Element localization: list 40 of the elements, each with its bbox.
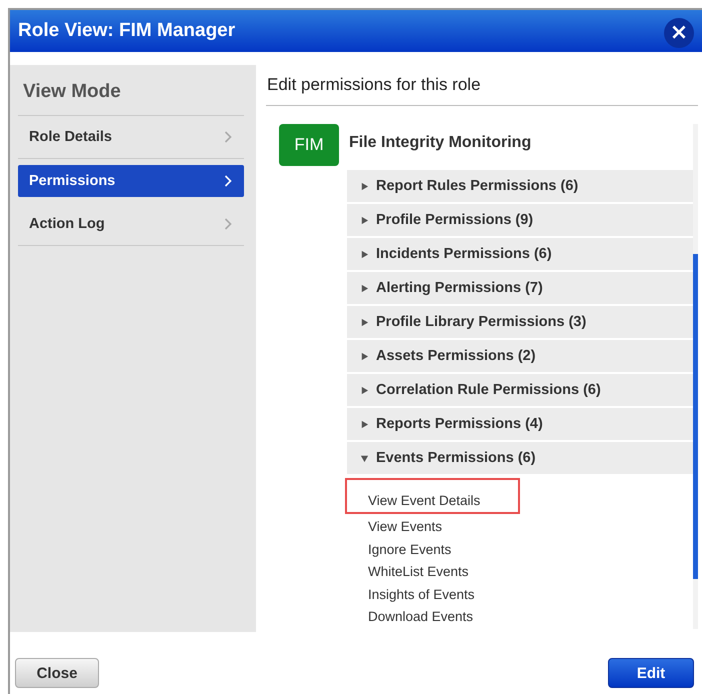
- permission-group[interactable]: Assets Permissions (2): [347, 340, 693, 372]
- sidebar-title: View Mode: [18, 65, 244, 116]
- close-button[interactable]: ×: [664, 18, 694, 48]
- permission-group[interactable]: Alerting Permissions (7): [347, 272, 693, 304]
- chevron-icon: [224, 175, 232, 187]
- permission-group[interactable]: Profile Library Permissions (3): [347, 306, 693, 338]
- section-heading: Edit permissions for this role: [266, 65, 698, 106]
- module-badge: FIM: [279, 124, 339, 166]
- triangle-right-icon: [360, 284, 369, 292]
- triangle-right-icon: [360, 386, 369, 394]
- triangle-right-icon: [360, 182, 369, 190]
- scrollbar-thumb[interactable]: [693, 254, 698, 579]
- scrollbar[interactable]: [693, 124, 698, 629]
- triangle-right-icon: [360, 318, 369, 326]
- permission-item: View Events: [367, 518, 442, 536]
- module-title: File Integrity Monitoring: [349, 134, 532, 152]
- triangle-right-icon: [360, 250, 369, 258]
- close-button[interactable]: Close: [15, 658, 99, 688]
- permission-item: WhiteList Events: [367, 563, 469, 581]
- permission-item: Download Events: [367, 608, 474, 626]
- permission-item: Insights of Events: [367, 586, 475, 604]
- sidebar-item[interactable]: Role Details: [18, 116, 244, 159]
- permission-group[interactable]: Events Permissions (6): [347, 442, 693, 474]
- triangle-right-icon: [360, 420, 369, 428]
- triangle-right-icon: [360, 352, 369, 360]
- triangle-right-icon: [360, 216, 369, 224]
- permission-group[interactable]: Report Rules Permissions (6): [347, 170, 693, 202]
- permission-item: Ignore Events: [367, 540, 452, 559]
- permission-group[interactable]: Reports Permissions (4): [347, 408, 693, 440]
- edit-button[interactable]: Edit: [608, 658, 694, 688]
- triangle-down-icon: [360, 454, 369, 462]
- permission-group[interactable]: Profile Permissions (9): [347, 204, 693, 236]
- permission-group[interactable]: Incidents Permissions (6): [347, 238, 693, 270]
- permission-item: View Event Details: [347, 480, 518, 512]
- permission-group[interactable]: Correlation Rule Permissions (6): [347, 374, 693, 406]
- sidebar-item[interactable]: Action Log: [18, 203, 244, 246]
- chevron-icon: [224, 131, 232, 143]
- window-title: Role View: FIM Manager: [18, 20, 236, 42]
- chevron-icon: [224, 218, 232, 230]
- sidebar-item[interactable]: Permissions: [18, 165, 244, 197]
